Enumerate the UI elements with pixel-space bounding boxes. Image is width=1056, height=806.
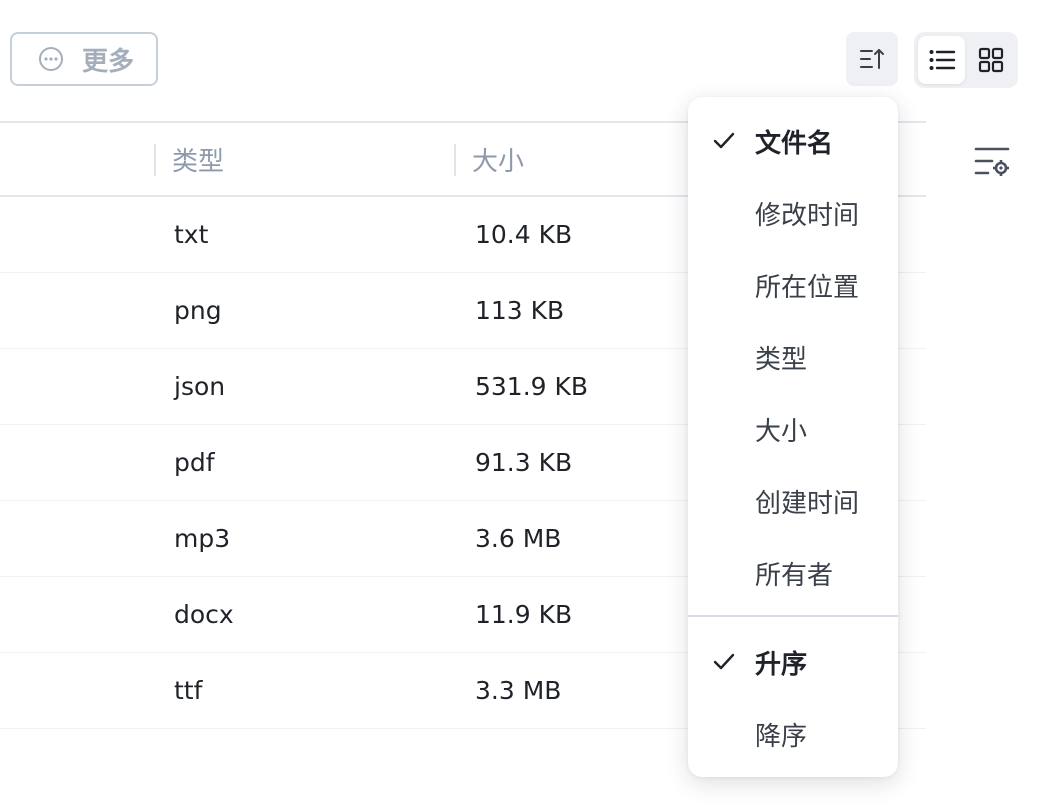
cell-size: 10.4 KB	[475, 220, 573, 249]
menu-divider	[688, 615, 898, 617]
list-view-icon	[929, 50, 955, 70]
more-circle-icon	[39, 47, 63, 71]
cell-size: 113 KB	[475, 296, 565, 325]
cell-size: 531.9 KB	[475, 372, 589, 401]
menu-item-label: 文件名	[755, 128, 834, 159]
menu-item-label: 修改时间	[755, 200, 860, 231]
cell-type: png	[174, 296, 222, 325]
sort-field-option[interactable]: 类型	[688, 321, 898, 393]
more-button[interactable]: 更多	[10, 32, 158, 86]
sort-field-option[interactable]: 修改时间	[688, 177, 898, 249]
grid-view-button[interactable]	[967, 36, 1014, 84]
menu-item-label: 类型	[755, 344, 808, 375]
menu-item-label: 升序	[755, 649, 808, 680]
cell-type: txt	[174, 220, 209, 249]
column-header-type[interactable]: 类型	[172, 123, 224, 195]
column-settings-icon[interactable]	[972, 144, 1012, 180]
menu-item-label: 创建时间	[755, 488, 860, 519]
cell-type: pdf	[174, 448, 215, 477]
view-mode-toggle	[914, 32, 1018, 88]
sort-order-option[interactable]: 升序	[688, 626, 898, 698]
grid-view-icon	[978, 47, 1003, 73]
menu-item-label: 降序	[755, 721, 808, 752]
cell-size: 91.3 KB	[475, 448, 573, 477]
menu-item-label: 所有者	[755, 560, 834, 591]
sort-field-option[interactable]: 创建时间	[688, 465, 898, 537]
cell-size: 3.3 MB	[475, 676, 562, 705]
column-resize-handle[interactable]	[154, 144, 156, 176]
cell-type: json	[174, 372, 226, 401]
list-view-button[interactable]	[918, 36, 965, 84]
sort-field-option[interactable]: 所有者	[688, 537, 898, 609]
cell-type: mp3	[174, 524, 231, 553]
cell-size: 11.9 KB	[475, 600, 573, 629]
menu-item-label: 所在位置	[755, 272, 860, 303]
more-button-label: 更多	[82, 46, 135, 77]
cell-size: 3.6 MB	[475, 524, 562, 553]
cell-type: ttf	[174, 676, 203, 705]
check-icon	[713, 132, 735, 149]
sort-menu: 文件名修改时间所在位置类型大小创建时间所有者 升序降序	[688, 97, 898, 777]
sort-field-option[interactable]: 文件名	[688, 105, 898, 177]
sort-order-option[interactable]: 降序	[688, 698, 898, 770]
sort-ascending-icon	[860, 49, 884, 69]
sort-field-option[interactable]: 大小	[688, 393, 898, 465]
column-header-size[interactable]: 大小	[472, 123, 524, 195]
cell-type: docx	[174, 600, 234, 629]
column-resize-handle[interactable]	[454, 144, 456, 176]
sort-field-option[interactable]: 所在位置	[688, 249, 898, 321]
menu-item-label: 大小	[755, 416, 808, 447]
check-icon	[713, 653, 735, 670]
sort-button[interactable]	[846, 32, 898, 86]
file-browser: 更多 类型 大小 txt 10.4 KB png 113 KB json 531…	[0, 0, 1056, 806]
